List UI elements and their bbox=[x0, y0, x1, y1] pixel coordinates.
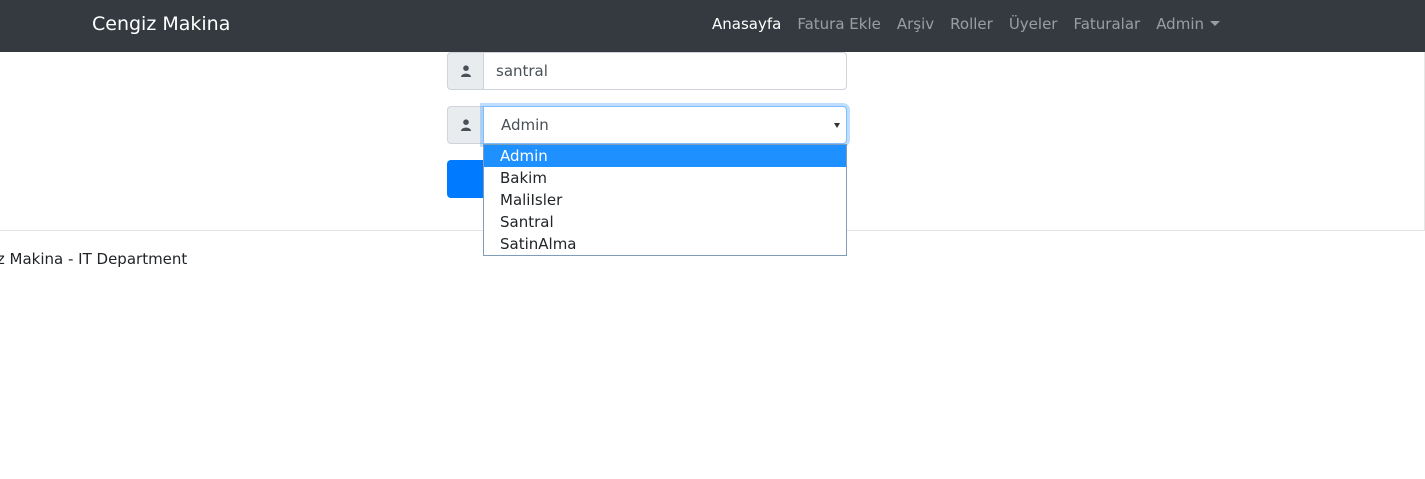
role-select[interactable]: Admin bbox=[483, 106, 847, 144]
nav-item-admin-label: Admin bbox=[1156, 15, 1204, 33]
footer-text: Cengiz Makina - IT Department bbox=[0, 250, 188, 268]
role-option-satinalma[interactable]: SatinAlma bbox=[484, 233, 846, 255]
role-select-value: Admin bbox=[501, 116, 549, 134]
nav-item-fatura-ekle[interactable]: Fatura Ekle bbox=[797, 15, 881, 33]
nav-item-roller[interactable]: Roller bbox=[950, 15, 993, 33]
nav-item-faturalar[interactable]: Faturalar bbox=[1073, 15, 1140, 33]
username-addon bbox=[447, 52, 485, 90]
role-option-admin[interactable]: Admin bbox=[484, 145, 846, 167]
nav-item-admin-dropdown[interactable]: Admin bbox=[1156, 15, 1220, 33]
role-option-santral[interactable]: Santral bbox=[484, 211, 846, 233]
user-icon bbox=[461, 65, 471, 77]
caret-down-icon bbox=[1210, 21, 1220, 26]
role-options-list[interactable]: Admin Bakim MaliIsler Santral SatinAlma bbox=[483, 144, 847, 256]
brand-logo-text[interactable]: Cengiz Makina bbox=[92, 13, 230, 35]
role-option-bakim[interactable]: Bakim bbox=[484, 167, 846, 189]
nav-item-uyeler[interactable]: Üyeler bbox=[1009, 15, 1058, 33]
username-input-group: santral bbox=[447, 52, 847, 90]
role-input-group: Admin bbox=[447, 106, 847, 144]
role-addon bbox=[447, 106, 485, 144]
nav-item-anasayfa[interactable]: Anasayfa bbox=[712, 15, 781, 33]
top-navbar: Cengiz Makina Anasayfa Fatura Ekle Arşiv… bbox=[0, 0, 1425, 52]
dropdown-arrow-icon bbox=[834, 123, 840, 128]
role-option-maliisler[interactable]: MaliIsler bbox=[484, 189, 846, 211]
user-icon bbox=[461, 119, 471, 131]
nav-item-arsiv[interactable]: Arşiv bbox=[897, 15, 934, 33]
username-input[interactable]: santral bbox=[483, 52, 847, 90]
main-nav: Anasayfa Fatura Ekle Arşiv Roller Üyeler… bbox=[712, 15, 1236, 33]
